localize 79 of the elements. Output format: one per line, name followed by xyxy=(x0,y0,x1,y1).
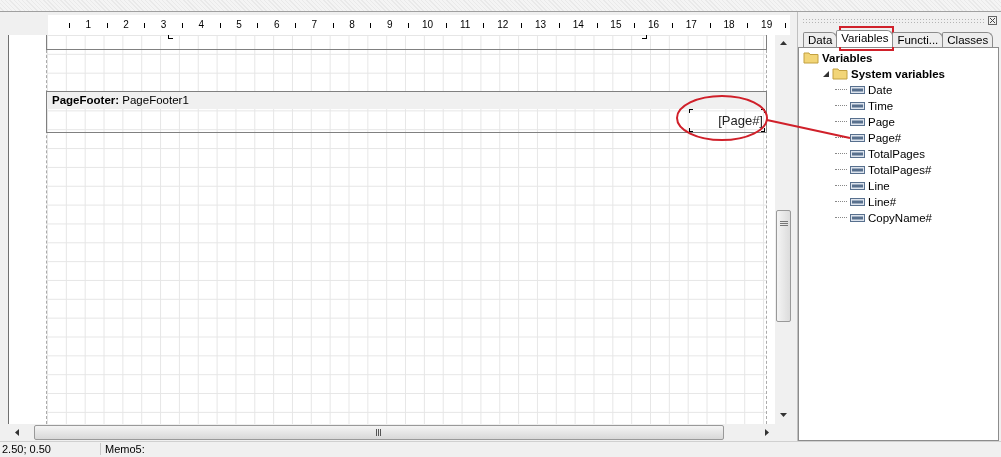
ruler-tick xyxy=(219,23,221,29)
status-coordinates: 2.50; 0.50 xyxy=(0,443,101,456)
ruler-tick xyxy=(521,23,523,29)
ruler-tick xyxy=(709,23,711,29)
text-object[interactable]: [Page#] xyxy=(688,108,765,132)
ruler-number: 15 xyxy=(609,19,623,31)
ruler-number: 10 xyxy=(420,19,434,31)
panel-tab[interactable]: Variables xyxy=(836,29,894,47)
ruler-tick xyxy=(257,23,259,29)
tree-item[interactable]: System variables xyxy=(851,67,945,80)
panel-tab[interactable]: Classes xyxy=(942,31,994,47)
ruler-number: 4 xyxy=(197,19,206,31)
grip-icon[interactable] xyxy=(779,220,788,227)
ruler-tick xyxy=(483,23,485,29)
variable-icon xyxy=(850,149,865,158)
ruler-number: 14 xyxy=(571,19,585,31)
ruler-number: 12 xyxy=(496,19,510,31)
folder-icon xyxy=(803,51,819,65)
scroll-down-icon[interactable] xyxy=(780,413,787,418)
ruler-tick xyxy=(68,23,70,29)
tree-item[interactable]: CopyName# xyxy=(868,211,932,224)
ruler-number: 8 xyxy=(348,19,356,31)
page-footer-band[interactable]: PageFooter: PageFooter1 [Page#] xyxy=(46,90,767,133)
ruler-tick xyxy=(445,23,447,29)
ruler-tick xyxy=(596,23,598,29)
variable-icon xyxy=(850,117,865,126)
tree-item[interactable]: Page xyxy=(868,115,895,128)
ruler-tick xyxy=(634,23,636,29)
variable-icon xyxy=(850,101,865,110)
panel-tab[interactable]: Data xyxy=(803,31,838,47)
ruler-tick xyxy=(182,23,183,29)
ruler-tick xyxy=(370,23,372,29)
ruler-tick xyxy=(144,23,146,29)
ruler-number: 5 xyxy=(235,19,243,31)
ruler-tick xyxy=(785,23,786,29)
ruler-number: 3 xyxy=(159,19,168,31)
ruler-tick xyxy=(295,23,297,29)
ruler-number: 1 xyxy=(84,19,93,31)
ruler-number: 2 xyxy=(122,19,130,31)
ruler-number: 13 xyxy=(533,19,548,31)
tree-item[interactable]: Date xyxy=(868,83,893,96)
ruler-tick xyxy=(332,23,334,29)
highlight-frame xyxy=(839,26,894,51)
ruler-tick xyxy=(558,23,560,29)
ruler-number: 6 xyxy=(272,19,281,31)
variable-icon xyxy=(850,133,865,142)
variable-icon xyxy=(850,165,865,174)
ruler-tick xyxy=(671,23,673,29)
grip-icon[interactable] xyxy=(376,428,382,436)
ruler-number: 9 xyxy=(386,19,394,31)
folder-icon xyxy=(832,67,848,81)
expanded-arrow-icon[interactable] xyxy=(823,70,829,77)
ruler-number: 16 xyxy=(647,19,661,31)
close-icon[interactable] xyxy=(988,16,997,26)
ruler-number: 7 xyxy=(310,19,319,31)
tree-item[interactable]: Time xyxy=(868,99,894,112)
ruler-number: 19 xyxy=(760,19,774,31)
scroll-right-icon[interactable] xyxy=(764,428,769,436)
tree-item[interactable]: Line xyxy=(868,179,890,192)
status-text: Memo5: xyxy=(104,443,146,456)
variable-icon xyxy=(850,197,865,206)
variable-icon xyxy=(850,213,865,222)
band-title: PageFooter: PageFooter1 xyxy=(52,94,189,107)
ruler-tick xyxy=(408,23,410,29)
tree-item[interactable]: TotalPages xyxy=(868,147,925,160)
variable-icon xyxy=(850,181,865,190)
tree-item[interactable]: Line# xyxy=(868,195,897,208)
ruler-number: 18 xyxy=(722,19,736,31)
scroll-left-icon[interactable] xyxy=(14,428,19,436)
tree-item[interactable]: TotalPages# xyxy=(868,163,932,176)
tree-item[interactable]: Variables xyxy=(822,51,873,64)
scroll-up-icon[interactable] xyxy=(780,41,787,46)
ruler-number: 17 xyxy=(684,19,698,31)
ruler-tick xyxy=(106,23,108,29)
variable-icon xyxy=(850,85,865,94)
ruler-tick xyxy=(747,23,749,29)
panel-tab[interactable]: Functi... xyxy=(892,31,944,47)
tree-item[interactable]: Page# xyxy=(868,131,902,144)
ruler-number: 11 xyxy=(458,19,472,31)
